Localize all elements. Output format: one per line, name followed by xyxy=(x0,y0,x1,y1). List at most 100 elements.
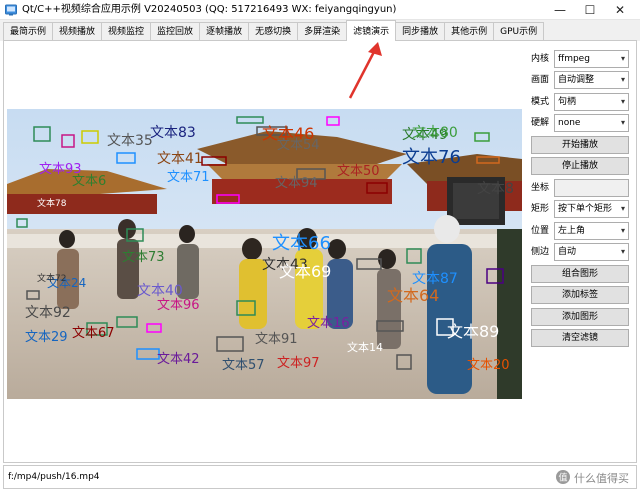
annotation-arrow-icon xyxy=(348,42,382,99)
overlay-label: 文本40 xyxy=(137,283,183,299)
chevron-down-icon: ▾ xyxy=(620,247,625,256)
position-select[interactable]: 左上角 ▾ xyxy=(554,222,629,240)
tab-bar: 最简示例 视频播放 视频监控 监控回放 逐帧播放 无感切换 多屏渲染 滤镜演示 … xyxy=(0,20,640,41)
overlay-label: 文本14 xyxy=(347,340,383,354)
chevron-down-icon: ▾ xyxy=(620,97,625,106)
position-label: 位置 xyxy=(531,226,550,236)
chevron-down-icon: ▾ xyxy=(620,204,625,213)
overlay-label: 文本8 xyxy=(477,181,514,197)
app-icon xyxy=(5,4,17,16)
stop-play-button[interactable]: 停止播放 xyxy=(531,157,629,175)
tab-seamless-switch[interactable]: 无感切换 xyxy=(248,22,299,41)
position-row: 位置 左上角 ▾ xyxy=(528,222,632,240)
add-shape-button[interactable]: 添加图形 xyxy=(531,308,629,326)
kernel-label: 内核 xyxy=(531,54,550,64)
tab-other-examples[interactable]: 其他示例 xyxy=(444,22,495,41)
hwdecode-select[interactable]: none ▾ xyxy=(554,114,629,132)
screen-label: 画面 xyxy=(531,75,550,85)
position-value: 左上角 xyxy=(558,226,586,236)
start-play-button[interactable]: 开始播放 xyxy=(531,136,629,154)
close-button[interactable]: ✕ xyxy=(600,0,640,20)
border-value: 自动 xyxy=(558,247,577,257)
clear-filter-button[interactable]: 清空滤镜 xyxy=(531,329,629,347)
screen-value: 自动调整 xyxy=(558,75,595,85)
overlay-label: 文本92 xyxy=(25,305,71,321)
watermark-text: 什么值得买 xyxy=(574,472,629,485)
coord-row: 坐标 xyxy=(528,179,632,197)
chevron-down-icon: ▾ xyxy=(620,75,625,84)
hwdecode-value: none xyxy=(558,118,581,128)
tab-video-play[interactable]: 视频播放 xyxy=(52,22,103,41)
overlay-label: 文本87 xyxy=(412,271,458,287)
overlay-label: 文本54 xyxy=(277,138,320,153)
overlay-label: 文本78 xyxy=(37,197,67,209)
tab-gpu-example[interactable]: GPU示例 xyxy=(493,22,545,41)
overlay-label: 文本50 xyxy=(337,164,380,179)
overlay-label: 文本73 xyxy=(122,250,165,265)
overlay-label: 文本57 xyxy=(222,358,265,373)
chevron-down-icon: ▾ xyxy=(620,118,625,127)
overlay-label: 文本16 xyxy=(307,316,350,331)
video-display[interactable]: 文本83 文本35 文本41 文本46 文本49 文本80 文本76 文本93 文本6 文本71 文… xyxy=(7,109,522,399)
tab-simplest[interactable]: 最简示例 xyxy=(3,22,54,41)
title-bar: Qt/C++视频综合应用示例 V20240503 (QQ: 517216493 … xyxy=(0,0,640,20)
overlay-label: 文本69 xyxy=(279,262,331,281)
screen-row: 画面 自动调整 ▾ xyxy=(528,71,632,89)
overlay-label: 文本80 xyxy=(412,125,458,141)
video-scene: 文本83文本35文本41文本46 文本49文本80文本76文本93文本6 文本71 文… xyxy=(7,109,522,399)
border-select[interactable]: 自动 ▾ xyxy=(554,243,629,261)
coord-label: 坐标 xyxy=(531,183,550,193)
overlay-label: 文本83 xyxy=(150,125,196,141)
overlay-label: 文本67 xyxy=(72,326,115,341)
tab-filter-demo[interactable]: 滤镜演示 xyxy=(346,20,397,41)
mode-label: 模式 xyxy=(531,97,550,107)
overlay-label: 文本76 xyxy=(402,147,461,168)
screen-select[interactable]: 自动调整 ▾ xyxy=(554,71,629,89)
overlay-label: 文本96 xyxy=(157,298,200,313)
add-tag-button[interactable]: 添加标签 xyxy=(531,286,629,304)
overlay-label: 文本89 xyxy=(447,322,499,341)
overlay-label: 文本72 xyxy=(37,272,66,284)
tab-multi-screen[interactable]: 多屏渲染 xyxy=(297,22,348,41)
overlay-label: 文本29 xyxy=(25,330,68,345)
tab-sync-play[interactable]: 同步播放 xyxy=(395,22,446,41)
tab-frame-step[interactable]: 逐帧播放 xyxy=(199,22,250,41)
window-title: Qt/C++视频综合应用示例 V20240503 (QQ: 517216493 … xyxy=(22,4,397,15)
chevron-down-icon: ▾ xyxy=(620,226,625,235)
svg-text:值: 值 xyxy=(558,472,567,484)
rect-label: 矩形 xyxy=(531,204,550,214)
border-label: 侧边 xyxy=(531,247,550,257)
overlay-label: 文本97 xyxy=(277,356,320,371)
overlay-label: 文本91 xyxy=(255,332,298,347)
rect-value: 按下单个矩形 xyxy=(558,204,613,214)
coord-field[interactable] xyxy=(554,179,629,197)
overlay-label: 文本94 xyxy=(275,176,318,191)
tab-video-monitor[interactable]: 视频监控 xyxy=(101,22,152,41)
hwdecode-label: 硬解 xyxy=(531,118,550,128)
border-row: 侧边 自动 ▾ xyxy=(528,243,632,261)
combine-shape-button[interactable]: 组合图形 xyxy=(531,265,629,283)
overlay-label: 文本6 xyxy=(72,174,106,189)
kernel-select[interactable]: ffmpeg ▾ xyxy=(554,50,629,68)
overlay-label: 文本64 xyxy=(387,286,439,305)
rect-row: 矩形 按下单个矩形 ▾ xyxy=(528,200,632,218)
overlay-label: 文本35 xyxy=(107,133,153,149)
mode-select[interactable]: 句柄 ▾ xyxy=(554,93,629,111)
rect-select[interactable]: 按下单个矩形 ▾ xyxy=(554,200,629,218)
overlay-label: 文本41 xyxy=(157,151,203,167)
kernel-value: ffmpeg xyxy=(558,54,590,64)
overlay-label: 文本71 xyxy=(167,170,210,185)
watermark: 值 什么值得买 xyxy=(553,468,633,486)
path-bar xyxy=(3,465,637,489)
hwdecode-row: 硬解 none ▾ xyxy=(528,114,632,132)
tab-monitor-playback[interactable]: 监控回放 xyxy=(150,22,201,41)
overlay-label: 文本42 xyxy=(157,352,200,367)
chevron-down-icon: ▾ xyxy=(620,54,625,63)
overlay-label: 文本20 xyxy=(467,358,510,373)
overlay-label: 文本66 xyxy=(272,233,331,254)
mode-row: 模式 句柄 ▾ xyxy=(528,93,632,111)
mode-value: 句柄 xyxy=(558,97,577,107)
watermark-logo-icon: 值 xyxy=(556,470,570,484)
kernel-row: 内核 ffmpeg ▾ xyxy=(528,50,632,68)
path-input[interactable] xyxy=(8,470,528,484)
